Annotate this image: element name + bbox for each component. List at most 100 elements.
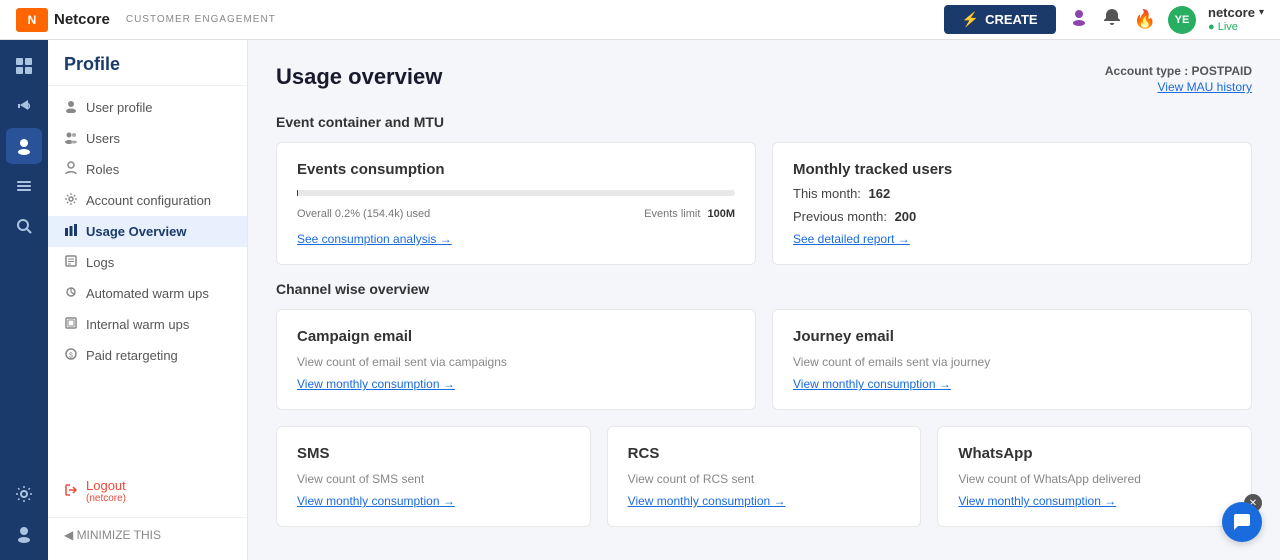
sidebar-label-automated-warm-ups: Automated warm ups [86, 286, 209, 301]
rcs-link[interactable]: View monthly consumption → [628, 494, 901, 508]
user-profile-icon [64, 99, 78, 116]
logout-icon [64, 483, 78, 500]
campaign-email-desc: View count of email sent via campaigns [297, 355, 735, 369]
create-button[interactable]: ⚡ CREATE [944, 5, 1056, 34]
whatsapp-desc: View count of WhatsApp delivered [958, 472, 1231, 486]
events-consumption-card: Events consumption Overall 0.2% (154.4k)… [276, 142, 756, 265]
mtu-detailed-report-link[interactable]: See detailed report → [793, 232, 1231, 246]
icon-sidebar [0, 40, 48, 560]
sidebar-icon-grid[interactable] [6, 48, 42, 84]
top-navigation: N Netcore CUSTOMER ENGAGEMENT ⚡ CREATE 🔥… [0, 0, 1280, 40]
journey-email-card: Journey email View count of emails sent … [772, 309, 1252, 410]
mtu-prev-month: Previous month: 200 [793, 209, 1231, 224]
sidebar-item-roles[interactable]: Roles [48, 154, 247, 185]
sidebar-label-internal-warm-ups: Internal warm ups [86, 317, 189, 332]
sidebar-label-paid-retargeting: Paid retargeting [86, 348, 178, 363]
sidebar-icon-profile-bottom[interactable] [6, 516, 42, 552]
journey-email-title: Journey email [793, 328, 1231, 345]
usage-overview-icon [64, 223, 78, 240]
sms-link[interactable]: View monthly consumption → [297, 494, 570, 508]
account-config-icon [64, 192, 78, 209]
sidebar-item-paid-retargeting[interactable]: $ Paid retargeting [48, 340, 247, 371]
rcs-desc: View count of RCS sent [628, 472, 901, 486]
svg-text:$: $ [69, 353, 73, 360]
sms-title: SMS [297, 445, 570, 462]
sidebar-nav: User profile Users Roles Account configu… [48, 86, 247, 517]
sidebar-label-logs: Logs [86, 255, 114, 270]
minimize-label: ◀ MINIMIZE THIS [64, 528, 161, 542]
sidebar-icon-user[interactable] [6, 128, 42, 164]
events-progress-fill [297, 190, 298, 196]
rcs-title: RCS [628, 445, 901, 462]
sidebar-icon-settings[interactable] [6, 476, 42, 512]
sidebar-item-internal-warm-ups[interactable]: Internal warm ups [48, 309, 247, 340]
icon-sidebar-bottom [6, 476, 42, 552]
create-label: CREATE [985, 12, 1037, 27]
whatsapp-card: WhatsApp View count of WhatsApp delivere… [937, 426, 1252, 527]
sidebar-item-logout[interactable]: Logout (netcore) [48, 471, 247, 511]
status-dropdown[interactable]: netcore ▾ ● Live [1208, 5, 1264, 34]
sidebar-item-user-profile[interactable]: User profile [48, 92, 247, 123]
product-badge: CUSTOMER ENGAGEMENT [126, 14, 276, 25]
paid-retargeting-icon: $ [64, 347, 78, 364]
roles-icon [64, 161, 78, 178]
view-mau-link[interactable]: View MAU history [1105, 80, 1252, 94]
sidebar-icon-search[interactable] [6, 208, 42, 244]
topnav-actions: ⚡ CREATE 🔥 YE netcore ▾ ● Live [944, 5, 1264, 34]
campaign-email-link[interactable]: View monthly consumption → [297, 377, 735, 391]
left-sidebar: Profile User profile Users Roles [48, 40, 248, 560]
section2-row1: Campaign email View count of email sent … [276, 309, 1252, 410]
page-header: Usage overview Account type : POSTPAID V… [276, 64, 1252, 94]
user-icon-top[interactable] [1068, 6, 1090, 33]
sms-desc: View count of SMS sent [297, 472, 570, 486]
sidebar-icon-list[interactable] [6, 168, 42, 204]
automated-warmups-icon [64, 285, 78, 302]
events-card-title: Events consumption [297, 161, 735, 178]
mtu-card-title: Monthly tracked users [793, 161, 1231, 178]
events-progress-labels: Overall 0.2% (154.4k) used Events limit … [297, 208, 735, 220]
account-type: Account type : POSTPAID [1105, 64, 1252, 78]
sidebar-item-usage-overview[interactable]: Usage Overview [48, 216, 247, 247]
logs-icon [64, 254, 78, 271]
users-icon [64, 130, 78, 147]
sidebar-label-users: Users [86, 131, 120, 146]
whatsapp-title: WhatsApp [958, 445, 1231, 462]
sidebar-item-logs[interactable]: Logs [48, 247, 247, 278]
events-progress-bar [297, 190, 735, 196]
sidebar-icon-megaphone[interactable] [6, 88, 42, 124]
sidebar-title: Profile [48, 40, 247, 86]
bell-icon[interactable] [1102, 7, 1122, 32]
minimize-button[interactable]: ◀ MINIMIZE THIS [48, 517, 247, 552]
mtu-card: Monthly tracked users This month: 162 Pr… [772, 142, 1252, 265]
mtu-this-month: This month: 162 [793, 186, 1231, 201]
main-content: Usage overview Account type : POSTPAID V… [248, 40, 1280, 560]
chat-bubble-button[interactable] [1222, 502, 1262, 542]
internal-warmups-icon [64, 316, 78, 333]
sidebar-item-account-config[interactable]: Account configuration [48, 185, 247, 216]
sidebar-label-usage-overview: Usage Overview [86, 224, 186, 239]
section1-cards: Events consumption Overall 0.2% (154.4k)… [276, 142, 1252, 265]
sidebar-item-automated-warm-ups[interactable]: Automated warm ups [48, 278, 247, 309]
campaign-email-title: Campaign email [297, 328, 735, 345]
dropdown-icon: ▾ [1259, 7, 1264, 19]
events-overall-label: Overall 0.2% (154.4k) used [297, 208, 430, 220]
sidebar-label-user-profile: User profile [86, 100, 152, 115]
journey-email-link[interactable]: View monthly consumption → [793, 377, 1231, 391]
section2-row2: SMS View count of SMS sent View monthly … [276, 426, 1252, 527]
user-avatar-top[interactable]: YE [1168, 6, 1196, 34]
logo[interactable]: N Netcore [16, 8, 110, 32]
status-name: netcore [1208, 5, 1255, 21]
logo-icon: N [16, 8, 48, 32]
svg-text:N: N [28, 13, 37, 27]
sidebar-item-users[interactable]: Users [48, 123, 247, 154]
whatsapp-link[interactable]: View monthly consumption → [958, 494, 1231, 508]
journey-email-desc: View count of emails sent via journey [793, 355, 1231, 369]
logo-text: Netcore [54, 11, 110, 28]
campaign-email-card: Campaign email View count of email sent … [276, 309, 756, 410]
sidebar-label-roles: Roles [86, 162, 119, 177]
section2-title: Channel wise overview [276, 281, 1252, 297]
events-consumption-link[interactable]: See consumption analysis → [297, 232, 735, 246]
fire-icon[interactable]: 🔥 [1134, 9, 1156, 30]
page-header-right: Account type : POSTPAID View MAU history [1105, 64, 1252, 94]
sidebar-label-account-config: Account configuration [86, 193, 211, 208]
